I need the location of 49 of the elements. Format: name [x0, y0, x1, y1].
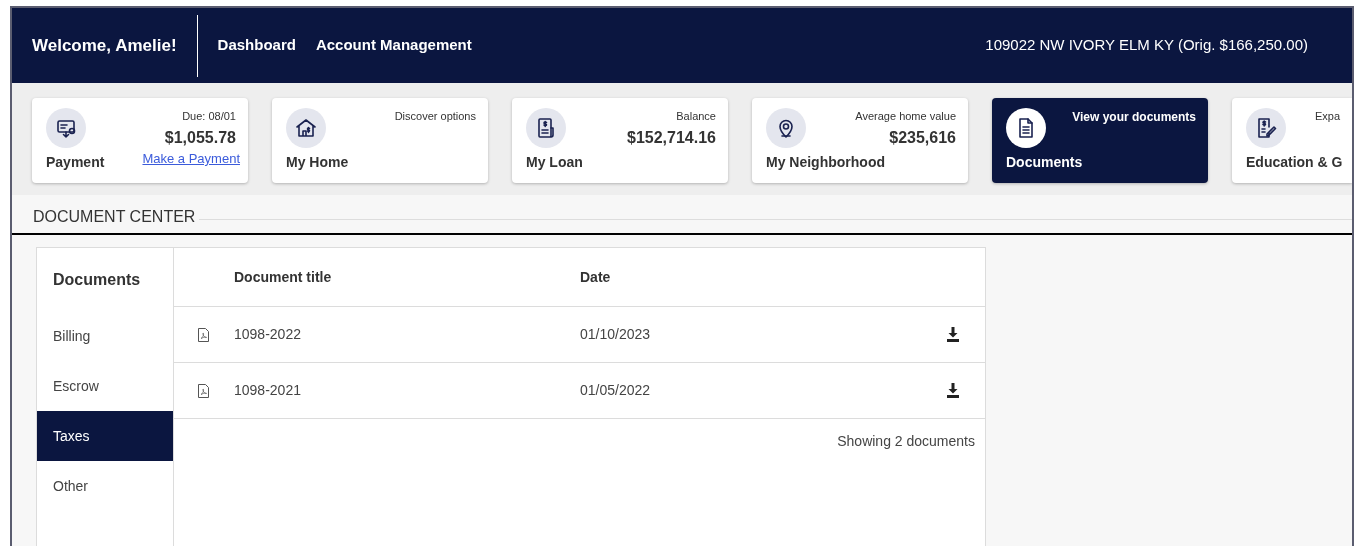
pdf-file-icon — [198, 383, 209, 398]
welcome-text: Welcome, Amelie! — [31, 34, 178, 57]
column-header: Date — [580, 267, 611, 287]
card-caption: Balance — [676, 109, 716, 124]
sidebar-item[interactable]: Escrow — [37, 361, 173, 411]
nav-link[interactable]: Dashboard — [217, 34, 296, 57]
sidebar-item[interactable]: Other — [37, 461, 173, 511]
card-title: My Home — [286, 153, 349, 172]
card-value: $235,616 — [889, 128, 956, 148]
dashboard-card[interactable]: Discover options My Home — [272, 98, 488, 183]
sidebar-heading: Documents — [52, 269, 142, 290]
pdf-file-icon — [198, 327, 209, 342]
house-icon — [286, 108, 326, 148]
dashboard-card[interactable]: Expa Education & G — [1232, 98, 1352, 183]
map-pin-icon — [766, 108, 806, 148]
download-icon[interactable] — [946, 383, 960, 398]
document-date: 01/05/2022 — [580, 381, 651, 400]
sidebar-item[interactable]: Billing — [37, 311, 173, 361]
certificate-icon — [1246, 108, 1286, 148]
card-caption: Discover options — [394, 109, 476, 124]
download-icon[interactable] — [946, 327, 960, 342]
dashboard-card[interactable]: Due: 08/01 $1,055.78 Payment Make a Payment — [32, 98, 248, 183]
nav-link[interactable]: Account Management — [315, 34, 472, 57]
card-title: My Loan — [526, 153, 583, 172]
section-title: DOCUMENT CENTER — [33, 207, 196, 227]
bill-payment-icon — [46, 108, 86, 148]
card-value: $1,055.78 — [164, 128, 236, 148]
dashboard-card[interactable]: View your documents Documents — [992, 98, 1208, 183]
card-caption: Average home value — [855, 109, 956, 124]
payment-link[interactable]: Make a Payment — [142, 149, 240, 169]
card-caption: Due: 08/01 — [182, 109, 236, 124]
document-title: 1098-2021 — [234, 381, 302, 400]
card-title: Payment — [46, 153, 105, 172]
card-caption: View your documents — [1072, 109, 1196, 126]
dashboard-card[interactable]: Balance $152,714.16 My Loan — [512, 98, 728, 183]
document-icon — [1006, 108, 1046, 148]
card-value: $152,714.16 — [627, 128, 716, 148]
card-title: My Neighborhood — [766, 153, 885, 172]
card-title: Documents — [1006, 153, 1083, 172]
dashboard-card[interactable]: Average home value $235,616 My Neighborhood — [752, 98, 968, 183]
document-date: 01/10/2023 — [580, 325, 651, 344]
document-title: 1098-2022 — [234, 325, 302, 344]
sidebar-item[interactable]: Taxes — [37, 411, 173, 461]
document-count: Showing 2 documents — [837, 432, 975, 451]
card-title: Education & G — [1246, 153, 1343, 172]
column-header: Document title — [234, 267, 333, 287]
receipt-icon — [526, 108, 566, 148]
property-address: 109022 NW IVORY ELM KY (Orig. $166,250.00) — [985, 35, 1308, 56]
card-caption: Expa — [1314, 109, 1340, 124]
